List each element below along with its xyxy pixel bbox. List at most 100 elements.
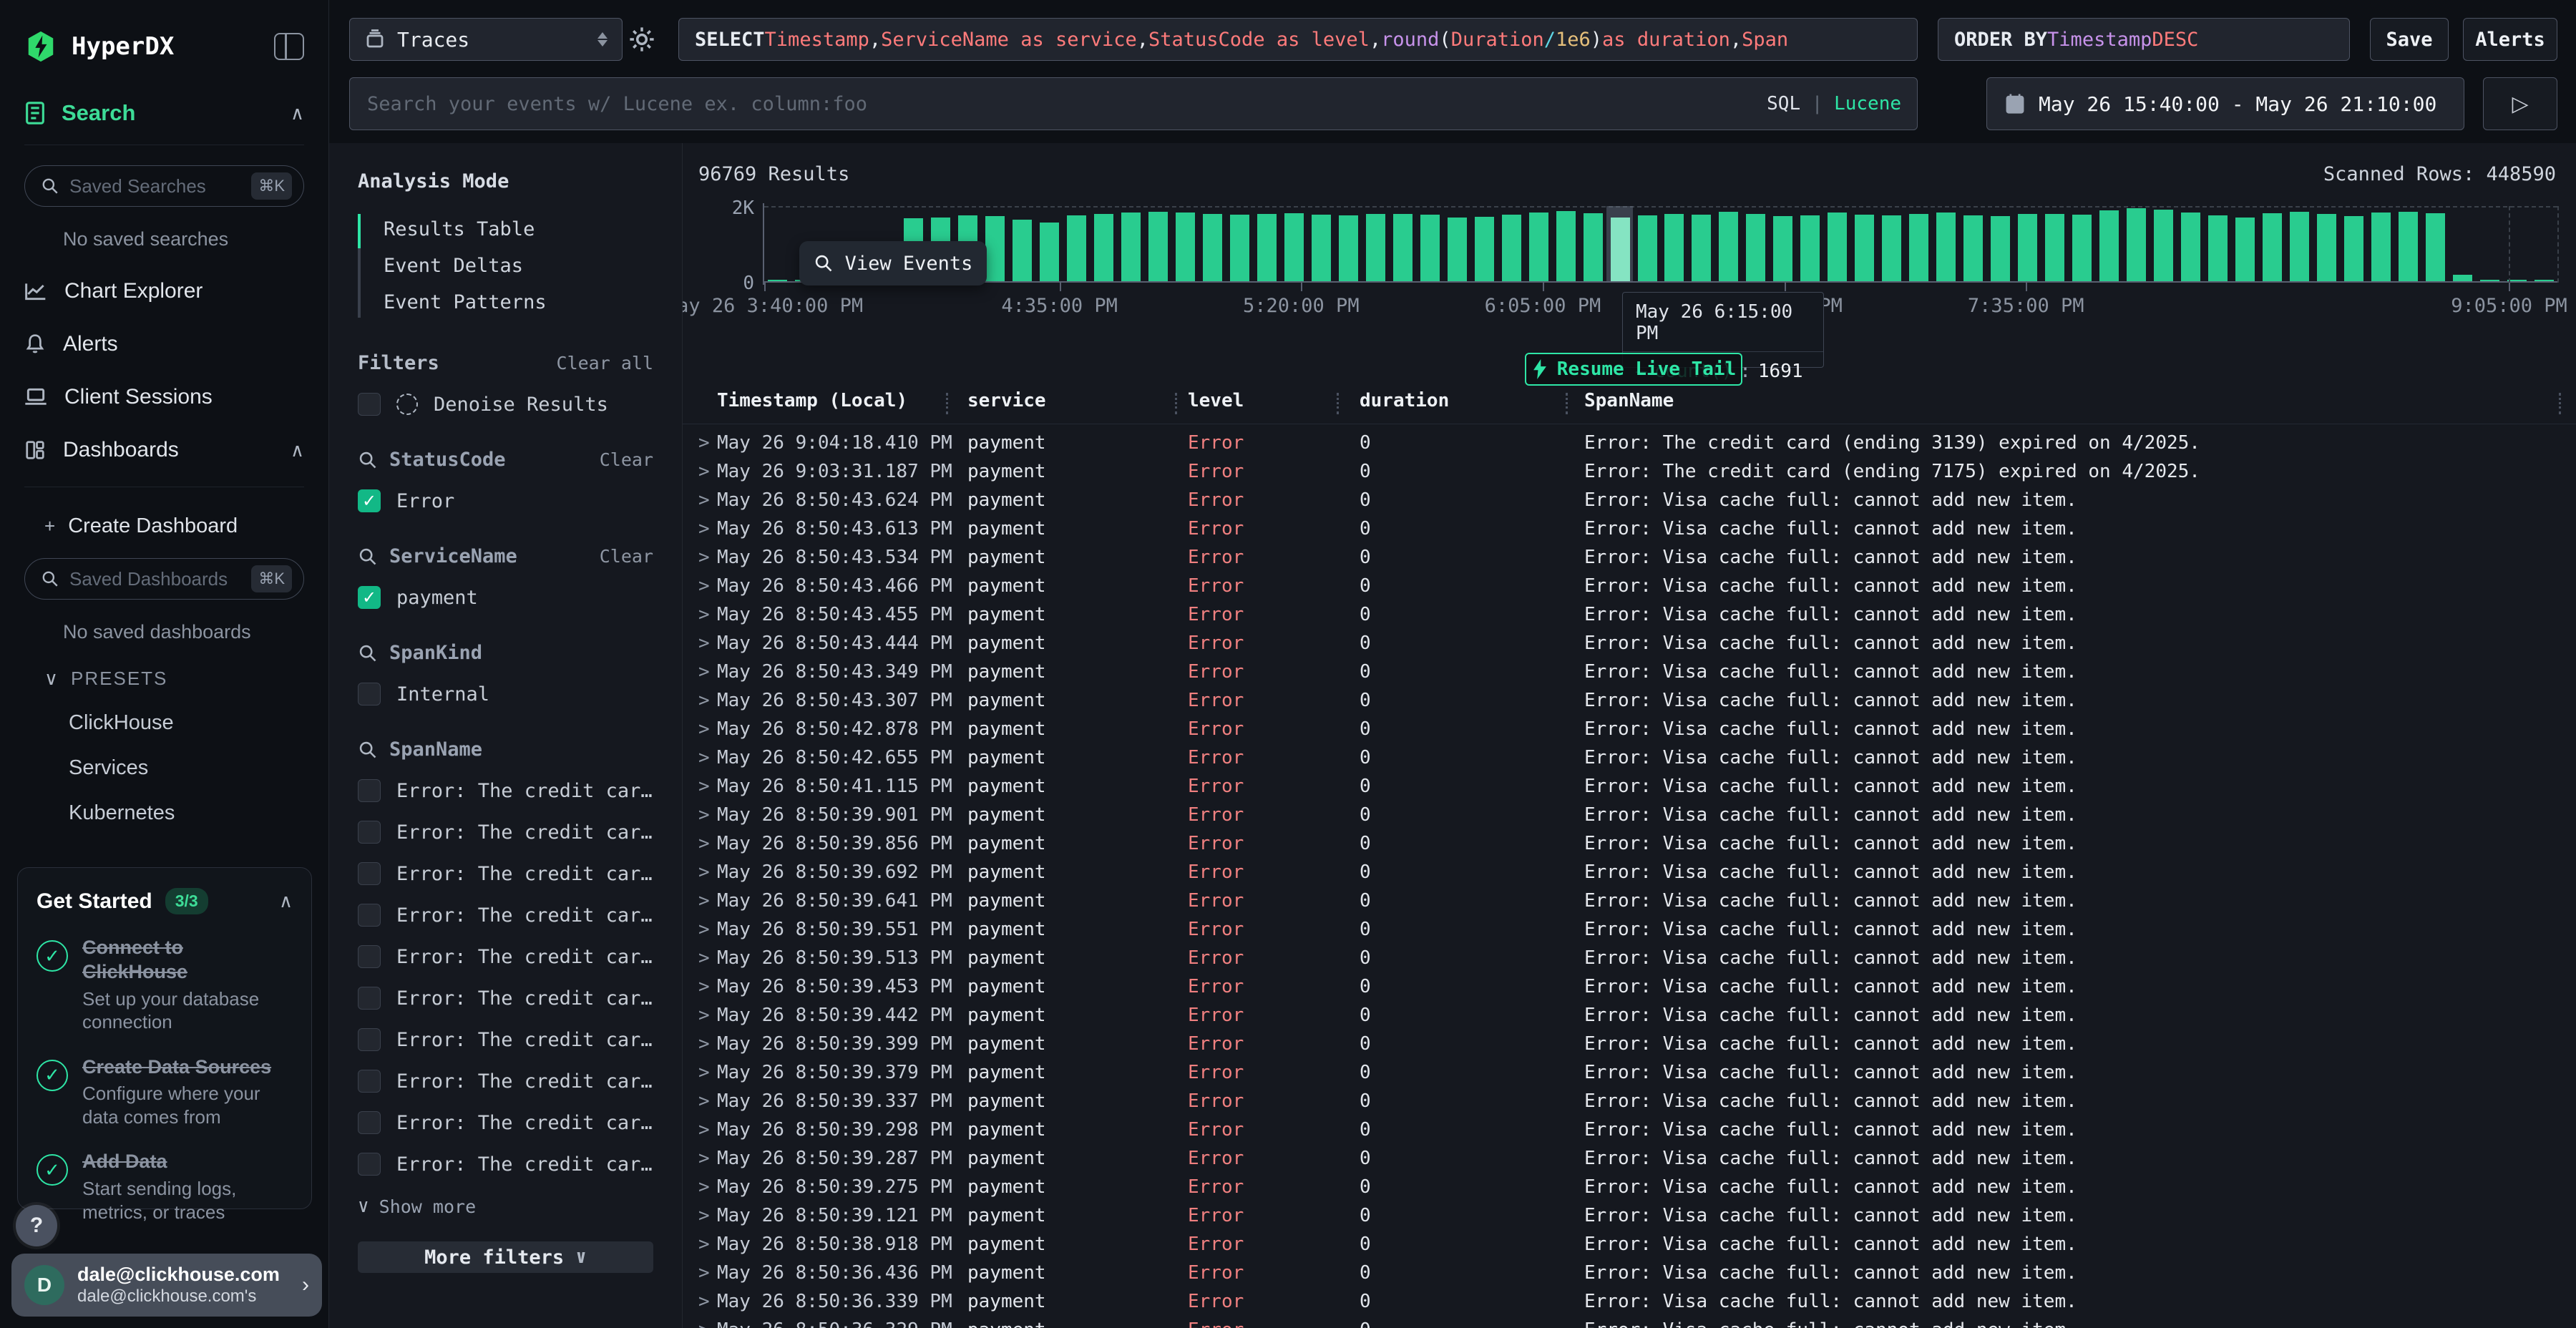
- table-row[interactable]: >May 26 8:50:39.287 PMpaymentError0Error…: [683, 1144, 2576, 1173]
- table-row[interactable]: >May 26 8:50:39.337 PMpaymentError0Error…: [683, 1087, 2576, 1115]
- histogram-bar[interactable]: [1773, 216, 1792, 281]
- get-started-header[interactable]: Get Started 3/3 ∧: [36, 888, 293, 914]
- checkbox-unchecked[interactable]: [358, 904, 381, 927]
- table-row[interactable]: >May 26 8:50:39.298 PMpaymentError0Error…: [683, 1115, 2576, 1144]
- more-filters-button[interactable]: More filters ∨: [358, 1241, 653, 1273]
- table-row[interactable]: >May 26 9:04:18.410 PMpaymentError0Error…: [683, 429, 2576, 457]
- row-expander-icon[interactable]: >: [698, 887, 710, 915]
- table-row[interactable]: >May 26 8:50:36.329 PMpaymentError0Error…: [683, 1316, 2576, 1328]
- row-expander-icon[interactable]: >: [698, 600, 710, 629]
- event-search-input[interactable]: [350, 93, 1917, 115]
- histogram-bar[interactable]: [1121, 213, 1141, 281]
- filter-option-error[interactable]: ✓ Error: [358, 489, 653, 512]
- filter-option-spanname[interactable]: Error: The credit card …: [358, 945, 653, 968]
- histogram-bar[interactable]: [2099, 210, 2119, 281]
- preset-item-services[interactable]: Services: [69, 756, 304, 780]
- checkbox-unchecked[interactable]: [358, 1028, 381, 1051]
- table-row[interactable]: >May 26 8:50:43.307 PMpaymentError0Error…: [683, 686, 2576, 715]
- help-button[interactable]: ?: [16, 1205, 57, 1246]
- row-expander-icon[interactable]: >: [698, 658, 710, 686]
- histogram-bar[interactable]: [2208, 215, 2228, 281]
- histogram-bar[interactable]: [1936, 213, 1956, 281]
- chevron-up-icon[interactable]: ∧: [291, 439, 304, 462]
- row-expander-icon[interactable]: >: [698, 1287, 710, 1316]
- row-expander-icon[interactable]: >: [698, 457, 710, 486]
- checkbox-unchecked[interactable]: [358, 393, 381, 416]
- row-expander-icon[interactable]: >: [698, 486, 710, 514]
- row-expander-icon[interactable]: >: [698, 1316, 710, 1328]
- histogram-bar[interactable]: [2045, 214, 2064, 282]
- histogram-bar[interactable]: [1257, 214, 1277, 281]
- histogram-bar[interactable]: [2018, 214, 2037, 281]
- sidebar-item-chart-explorer[interactable]: Chart Explorer: [24, 279, 304, 303]
- histogram-bar[interactable]: [1529, 213, 1548, 281]
- table-row[interactable]: >May 26 8:50:39.442 PMpaymentError0Error…: [683, 1001, 2576, 1030]
- sidebar-item-dashboards[interactable]: Dashboards ∧: [24, 438, 304, 462]
- saved-dashboards-field[interactable]: [69, 568, 241, 590]
- histogram-bar[interactable]: [2426, 213, 2445, 281]
- row-expander-icon[interactable]: >: [698, 514, 710, 543]
- table-row[interactable]: >May 26 8:50:42.655 PMpaymentError0Error…: [683, 743, 2576, 772]
- histogram-bar[interactable]: [1638, 215, 1657, 281]
- denoise-results-option[interactable]: Denoise Results: [358, 393, 653, 416]
- row-expander-icon[interactable]: >: [698, 829, 710, 858]
- checkbox-unchecked[interactable]: [358, 862, 381, 885]
- table-row[interactable]: >May 26 8:50:38.918 PMpaymentError0Error…: [683, 1230, 2576, 1259]
- histogram-bar[interactable]: [1448, 218, 1467, 281]
- histogram-bar[interactable]: [2371, 213, 2391, 281]
- order-by-input[interactable]: ORDER BY Timestamp DESC: [1938, 18, 2350, 61]
- filter-option-spanname[interactable]: Error: The credit card …: [358, 1111, 653, 1134]
- search-icon[interactable]: [358, 547, 378, 567]
- histogram-bar[interactable]: [1475, 217, 1494, 281]
- filter-option-spanname[interactable]: Error: The credit card …: [358, 1028, 653, 1051]
- histogram-bar[interactable]: [1909, 214, 1928, 282]
- search-icon[interactable]: [358, 740, 378, 760]
- column-resize-handle[interactable]: [2559, 393, 2561, 414]
- table-row[interactable]: >May 26 8:50:39.901 PMpaymentError0Error…: [683, 801, 2576, 829]
- row-expander-icon[interactable]: >: [698, 572, 710, 600]
- row-expander-icon[interactable]: >: [698, 772, 710, 801]
- row-expander-icon[interactable]: >: [698, 1001, 710, 1030]
- histogram-bar[interactable]: [1203, 214, 1222, 282]
- column-resize-handle[interactable]: [1566, 393, 1568, 414]
- histogram-bar[interactable]: [2072, 215, 2092, 281]
- view-events-button[interactable]: View Events: [799, 241, 987, 285]
- checkbox-unchecked[interactable]: [358, 779, 381, 802]
- col-header-timestamp[interactable]: Timestamp (Local): [717, 390, 907, 411]
- histogram-bar[interactable]: [1800, 215, 1820, 281]
- histogram-bar[interactable]: [1664, 214, 1684, 282]
- table-row[interactable]: >May 26 8:50:39.121 PMpaymentError0Error…: [683, 1201, 2576, 1230]
- histogram-bar[interactable]: [1611, 218, 1630, 281]
- preset-item-kubernetes[interactable]: Kubernetes: [69, 801, 304, 825]
- row-expander-icon[interactable]: >: [698, 543, 710, 572]
- histogram-bar[interactable]: [1013, 220, 1032, 281]
- table-row[interactable]: >May 26 9:03:31.187 PMpaymentError0Error…: [683, 457, 2576, 486]
- checkbox-unchecked[interactable]: [358, 1111, 381, 1134]
- checkbox-unchecked[interactable]: [358, 683, 381, 706]
- histogram-bar[interactable]: [1312, 215, 1331, 281]
- table-row[interactable]: >May 26 8:50:39.692 PMpaymentError0Error…: [683, 858, 2576, 887]
- histogram-bar[interactable]: [1176, 213, 1195, 281]
- chevron-up-icon[interactable]: ∧: [279, 890, 293, 912]
- preset-item-clickhouse[interactable]: ClickHouse: [69, 711, 304, 735]
- save-button[interactable]: Save: [2370, 18, 2449, 61]
- row-expander-icon[interactable]: >: [698, 743, 710, 772]
- histogram-bar[interactable]: [985, 216, 1005, 281]
- histogram-bar[interactable]: [1094, 214, 1113, 281]
- create-dashboard-button[interactable]: + Create Dashboard: [44, 514, 304, 538]
- histogram-bar[interactable]: [1719, 212, 1738, 281]
- checkbox-unchecked[interactable]: [358, 987, 381, 1010]
- filter-option-spanname[interactable]: Error: The credit card …: [358, 779, 653, 802]
- table-row[interactable]: >May 26 8:50:43.534 PMpaymentError0Error…: [683, 543, 2576, 572]
- tab-event-patterns[interactable]: Event Patterns: [384, 284, 653, 321]
- row-expander-icon[interactable]: >: [698, 972, 710, 1001]
- get-started-item[interactable]: ✓Create Data SourcesConfigure where your…: [36, 1055, 293, 1129]
- row-expander-icon[interactable]: >: [698, 1201, 710, 1230]
- row-expander-icon[interactable]: >: [698, 686, 710, 715]
- sidebar-collapse-icon[interactable]: [274, 33, 304, 60]
- col-header-spanname[interactable]: SpanName: [1584, 390, 1674, 411]
- histogram-bar[interactable]: [1502, 215, 1521, 281]
- histogram-bar[interactable]: [2317, 214, 2336, 282]
- histogram-bar[interactable]: [1284, 213, 1304, 281]
- filter-option-spanname[interactable]: Error: The credit card …: [358, 1153, 653, 1176]
